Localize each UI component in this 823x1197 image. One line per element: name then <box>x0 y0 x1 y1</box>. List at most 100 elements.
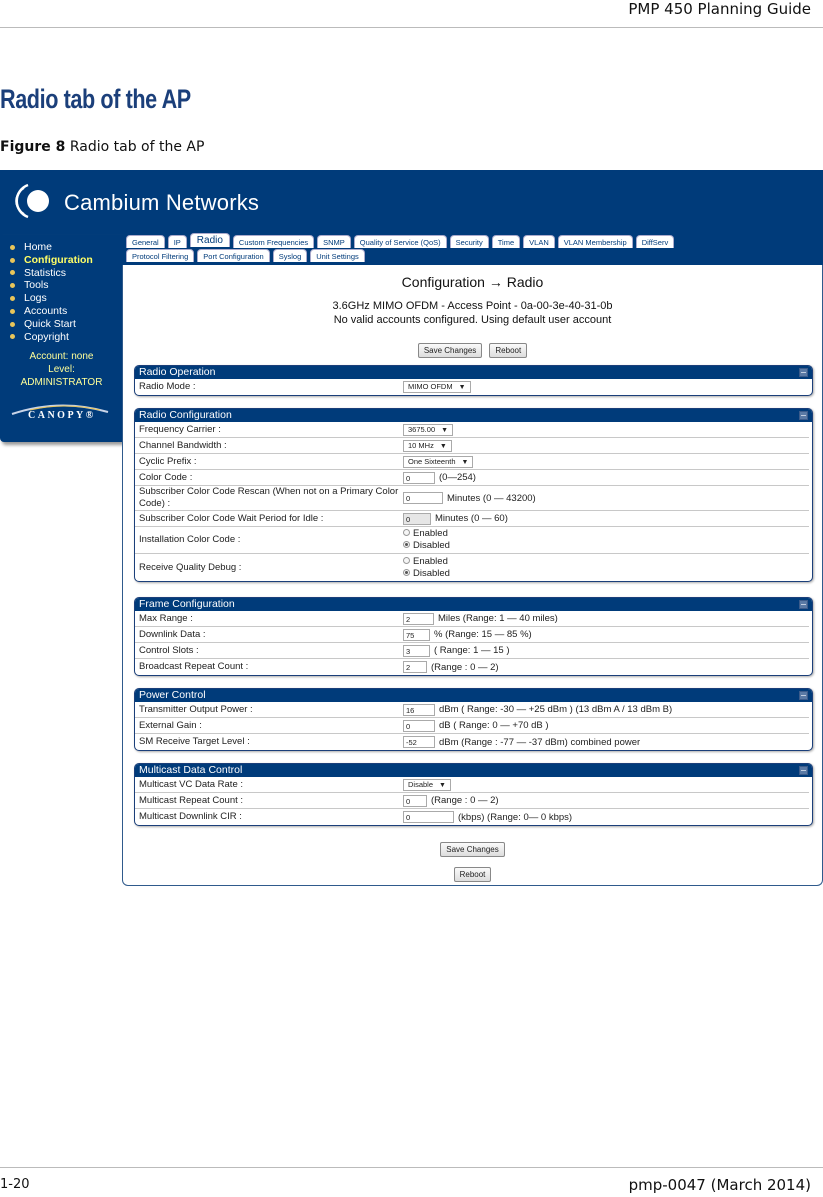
rx-debug-enabled-radio[interactable]: Enabled <box>403 556 450 568</box>
cc-wait-input: 0 <box>403 512 431 525</box>
canopy-logo: CANOPY® <box>10 400 110 428</box>
level-line: Level: <box>48 364 75 375</box>
group-multicast-data-control: Multicast Data Control Multicast VC Data… <box>134 763 813 826</box>
row-receive-quality-debug: Receive Quality Debug : Enabled Disabled <box>139 555 450 580</box>
figure-label: Figure 8 <box>0 139 66 155</box>
row-multicast-downlink-cir: Multicast Downlink CIR : 0 (kbps) (Range:… <box>139 811 573 823</box>
control-slots-input[interactable]: 3 <box>403 644 430 657</box>
nav-item-home[interactable]: Home <box>10 241 93 254</box>
radio-selected-icon <box>403 541 410 548</box>
tab-custom-frequencies[interactable]: Custom Frequencies <box>232 235 315 248</box>
downlink-data-input[interactable]: 75 <box>403 628 430 641</box>
tab-diffserv[interactable]: DiffServ <box>635 235 675 248</box>
row-color-code: Color Code : 0 (0—254) <box>135 470 809 486</box>
row-sm-rx-target: SM Receive Target Level : -52 dBm (Range … <box>139 736 641 748</box>
collapse-icon[interactable] <box>799 411 808 420</box>
dropdown-arrow-icon: ▼ <box>458 384 466 391</box>
tab-port-configuration[interactable]: Port Configuration <box>197 249 270 262</box>
group-header: Frame Configuration <box>135 598 812 611</box>
row-tx-power: Transmitter Output Power : 16 dBm ( Range… <box>135 702 809 718</box>
reboot-button[interactable]: Reboot <box>489 343 528 358</box>
row-max-range: Max Range : 2 Miles (Range: 1 — 40 miles) <box>135 611 809 627</box>
row-installation-color-code: Installation Color Code : Enabled Disabl… <box>135 527 809 554</box>
section-title: Radio tab of the AP <box>0 84 191 114</box>
tab-snmp[interactable]: SNMP <box>317 235 351 248</box>
collapse-icon[interactable] <box>799 368 808 377</box>
collapse-icon[interactable] <box>799 691 808 700</box>
rx-debug-disabled-radio[interactable]: Disabled <box>403 568 450 580</box>
config-tabs: General IP Radio Custom Frequencies SNMP… <box>123 233 823 265</box>
multicast-repeat-input[interactable]: 0 <box>403 794 427 807</box>
account-warning: No valid accounts configured. Using defa… <box>333 314 612 326</box>
dropdown-arrow-icon: ▼ <box>441 426 449 434</box>
radio-mode-select[interactable]: MIMO OFDM ▼ <box>403 381 471 393</box>
max-range-input[interactable]: 2 <box>403 612 434 625</box>
color-code-input[interactable]: 0 <box>403 471 435 484</box>
channel-bandwidth-select[interactable]: 10 MHz ▼ <box>403 439 452 452</box>
bullet-icon <box>10 283 15 289</box>
brand-name: Cambium Networks <box>64 190 260 215</box>
nav-item-copyright[interactable]: Copyright <box>10 331 93 344</box>
nav-item-accounts[interactable]: Accounts <box>10 305 93 318</box>
row-downlink-data: Downlink Data : 75% (Range: 15 — 85 %) <box>135 627 809 643</box>
tab-syslog[interactable]: Syslog <box>272 249 308 262</box>
tab-vlan-membership[interactable]: VLAN Membership <box>557 235 633 248</box>
install-cc-enabled-radio[interactable]: Enabled <box>403 528 450 540</box>
top-button-row: Save Changes Reboot <box>123 338 822 358</box>
external-gain-input[interactable]: 0 <box>403 719 435 732</box>
nav-item-logs[interactable]: Logs <box>10 292 93 305</box>
account-info: Account: none Level: ADMINISTRATOR <box>0 350 123 389</box>
page-number: 1-20 <box>0 1177 30 1192</box>
header-divider <box>0 27 823 28</box>
tab-security[interactable]: Security <box>449 235 489 248</box>
document-id: pmp-0047 (March 2014) <box>628 1176 811 1194</box>
tab-radio[interactable]: Radio <box>189 233 230 247</box>
collapse-icon[interactable] <box>799 766 808 775</box>
broadcast-repeat-input[interactable]: 2 <box>403 661 427 673</box>
tab-ip[interactable]: IP <box>167 235 187 248</box>
tab-general[interactable]: General <box>126 235 165 248</box>
group-header: Multicast Data Control <box>135 764 812 777</box>
tab-time[interactable]: Time <box>491 235 521 248</box>
figure-caption: Figure 8 Radio tab of the AP <box>0 139 204 155</box>
multicast-cir-input[interactable]: 0 <box>403 811 454 823</box>
device-line: 3.6GHz MIMO OFDM - Access Point - 0a-00-… <box>332 300 613 312</box>
row-frequency-carrier: Frequency Carrier : 3675.00 ▼ <box>135 422 809 438</box>
config-panel: Configuration → Radio 3.6GHz MIMO OFDM -… <box>122 265 823 886</box>
tab-protocol-filtering[interactable]: Protocol Filtering <box>126 249 195 262</box>
group-header: Power Control <box>135 689 812 702</box>
bullet-icon <box>10 308 15 314</box>
row-cc-rescan: Subscriber Color Code Rescan (When not o… <box>135 486 809 511</box>
tab-row-2: Protocol Filtering Port Configuration Sy… <box>126 249 365 262</box>
tx-power-input[interactable]: 16 <box>403 703 435 716</box>
tab-unit-settings[interactable]: Unit Settings <box>310 249 365 262</box>
tab-vlan[interactable]: VLAN <box>523 235 555 248</box>
row-multicast-vc-rate: Multicast VC Data Rate : Disable ▼ <box>135 777 809 793</box>
bullet-icon <box>10 296 15 302</box>
reboot-button-bottom[interactable]: Reboot <box>453 867 492 882</box>
frequency-carrier-select[interactable]: 3675.00 ▼ <box>403 423 454 436</box>
group-header: Radio Operation <box>135 366 812 379</box>
nav-item-tools[interactable]: Tools <box>10 279 93 292</box>
install-cc-disabled-radio[interactable]: Disabled <box>403 540 450 552</box>
multicast-vc-rate-select[interactable]: Disable ▼ <box>403 778 451 791</box>
tab-qos[interactable]: Quality of Service (QoS) <box>353 235 447 248</box>
bullet-icon <box>10 257 15 263</box>
footer-divider <box>0 1167 823 1168</box>
save-changes-button-bottom[interactable]: Save Changes <box>440 842 505 857</box>
cc-rescan-input[interactable]: 0 <box>403 492 443 504</box>
document-header: PMP 450 Planning Guide <box>628 0 811 18</box>
radio-selected-icon <box>403 568 410 576</box>
collapse-icon[interactable] <box>799 600 808 609</box>
nav-item-configuration[interactable]: Configuration <box>10 254 93 267</box>
group-radio-configuration: Radio Configuration Frequency Carrier : … <box>134 408 813 582</box>
bullet-icon <box>10 321 15 327</box>
account-line: Account: none <box>29 351 94 362</box>
sm-rx-target-input[interactable]: -52 <box>403 736 435 748</box>
bullet-icon <box>10 334 15 340</box>
nav-item-quick-start[interactable]: Quick Start <box>10 318 93 331</box>
row-channel-bandwidth: Channel Bandwidth : 10 MHz ▼ <box>135 438 809 454</box>
nav-item-statistics[interactable]: Statistics <box>10 267 93 280</box>
save-changes-button[interactable]: Save Changes <box>417 343 483 358</box>
cyclic-prefix-select[interactable]: One Sixteenth ▼ <box>403 455 474 468</box>
